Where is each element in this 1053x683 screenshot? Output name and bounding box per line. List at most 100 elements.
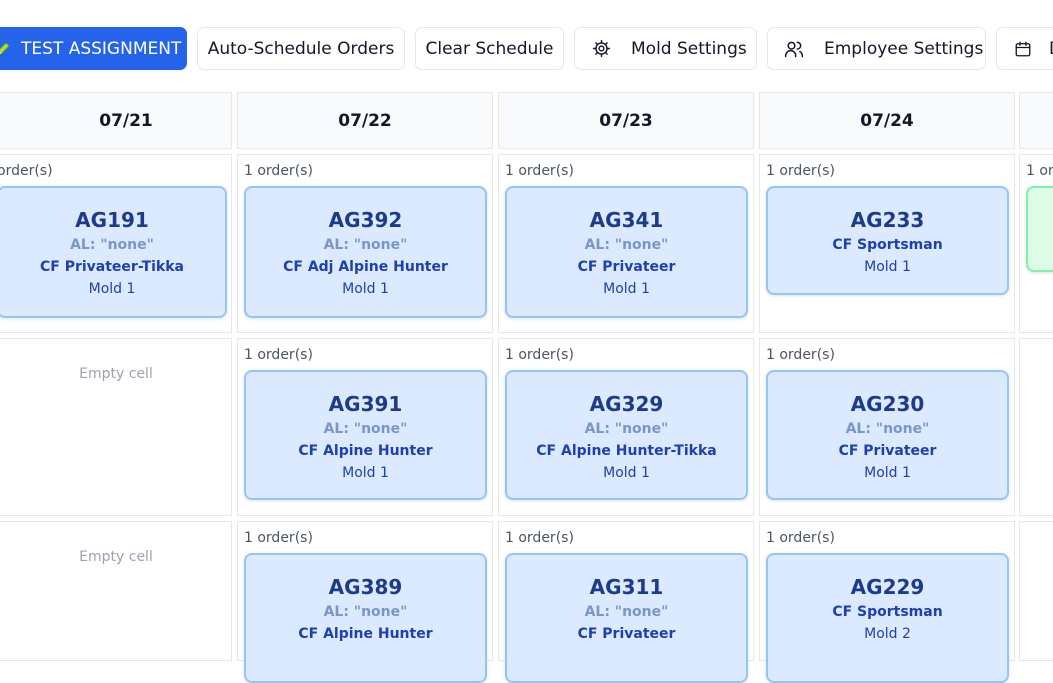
order-model: CF Alpine Hunter-Tikka [536, 443, 717, 459]
order-id: AG230 [850, 392, 925, 416]
order-card[interactable]: AG391 AL: "none" CF Alpine Hunter Mold 1 [244, 370, 487, 500]
order-id: AG311 [589, 575, 664, 599]
order-model: CF Sportsman [832, 604, 943, 620]
schedule-cell[interactable]: 1 order(s) AG341 AL: "none" CF Privateer… [498, 154, 754, 333]
calendar-icon [1013, 40, 1033, 58]
order-model: CF Sportsman [832, 237, 943, 253]
order-al: AL: "none" [845, 421, 930, 437]
schedule-cell[interactable]: 1 order(s) AG230 AL: "none" CF Privateer… [759, 338, 1015, 516]
employee-settings-label: Employee Settings [824, 38, 984, 59]
order-mold: Mold 1 [342, 281, 389, 297]
order-id: AG389 [328, 575, 403, 599]
order-al: AL: "none" [584, 421, 669, 437]
order-card[interactable]: AG311 AL: "none" CF Privateer [505, 553, 748, 683]
order-mold: Mold 1 [88, 281, 136, 297]
order-count: 1 order(s) [766, 530, 835, 546]
order-id: AG341 [589, 208, 664, 232]
order-model: CF Privateer [577, 626, 676, 642]
test-assignment-label: TEST ASSIGNMENT [21, 38, 182, 59]
order-count: 1 order(s) [766, 163, 835, 179]
schedule-cell[interactable]: 1 order(s) AG329 AL: "none" CF Alpine Hu… [498, 338, 754, 516]
order-mold: Mold 1 [603, 281, 650, 297]
order-id: AG229 [850, 575, 925, 599]
mold-settings-button[interactable]: Mold Settings [574, 27, 757, 70]
order-count: 1 order(s) [244, 163, 313, 179]
order-model: CF Privateer-Tikka [39, 259, 184, 275]
order-mold: Mold 1 [864, 465, 911, 481]
column-date: 07/23 [599, 110, 653, 131]
schedule-cell[interactable] [1019, 338, 1053, 516]
order-mold: Mold 2 [864, 626, 911, 642]
order-model: CF Alpine Hunter [298, 443, 433, 459]
users-icon [784, 39, 804, 59]
date-button-label: D [1049, 39, 1053, 59]
order-id: AG391 [328, 392, 403, 416]
order-id: AG329 [589, 392, 664, 416]
column-date: 07/21 [99, 110, 153, 131]
schedule-cell[interactable]: Empty cell [0, 338, 232, 516]
order-mold: Mold 1 [864, 259, 911, 275]
order-card[interactable]: AG392 AL: "none" CF Adj Alpine Hunter Mo… [244, 186, 487, 318]
employee-settings-button[interactable]: Employee Settings [767, 27, 986, 70]
order-card[interactable]: AG341 AL: "none" CF Privateer Mold 1 [505, 186, 748, 318]
order-mold: Mold 1 [603, 465, 650, 481]
order-card[interactable]: AG191 AL: "none" CF Privateer-Tikka Mold… [0, 186, 227, 318]
order-card[interactable]: AG389 AL: "none" CF Alpine Hunter [244, 553, 487, 683]
order-model: CF Adj Alpine Hunter [283, 259, 448, 275]
order-al: AL: "none" [323, 421, 408, 437]
schedule-cell[interactable]: 1 order(s) AG391 AL: "none" CF Alpine Hu… [237, 338, 493, 516]
order-model: CF Alpine Hunter [298, 626, 433, 642]
clear-schedule-button[interactable]: Clear Schedule [415, 27, 564, 70]
column-header-0721: 07/21 [0, 92, 232, 149]
order-count: 1 or [1026, 163, 1053, 179]
column-header-0723: 07/23 [498, 92, 754, 149]
date-button[interactable]: D [996, 27, 1053, 70]
order-card[interactable]: AG230 AL: "none" CF Privateer Mold 1 [766, 370, 1009, 500]
test-assignment-button[interactable]: TEST ASSIGNMENT [0, 27, 187, 70]
order-id: AG392 [328, 208, 403, 232]
order-card[interactable]: AG329 AL: "none" CF Alpine Hunter-Tikka … [505, 370, 748, 500]
order-count: order(s) [0, 163, 53, 179]
order-count: 1 order(s) [766, 347, 835, 363]
auto-schedule-button[interactable]: Auto-Schedule Orders [197, 27, 405, 70]
empty-cell-label: Empty cell [79, 549, 153, 565]
schedule-cell[interactable]: 1 order(s) AG392 AL: "none" CF Adj Alpin… [237, 154, 493, 333]
order-count: 1 order(s) [244, 530, 313, 546]
order-model: CF Privateer [577, 259, 676, 275]
empty-cell-label: Empty cell [79, 366, 153, 382]
column-date: 07/24 [860, 110, 914, 131]
auto-schedule-label: Auto-Schedule Orders [207, 38, 395, 59]
schedule-cell[interactable]: 1 order(s) AG389 AL: "none" CF Alpine Hu… [237, 521, 493, 683]
order-id: AG191 [75, 208, 149, 232]
mold-settings-label: Mold Settings [631, 38, 747, 59]
order-card[interactable]: AG233 CF Sportsman Mold 1 [766, 186, 1009, 295]
clear-schedule-label: Clear Schedule [425, 38, 554, 59]
schedule-cell[interactable]: Empty cell [0, 521, 232, 661]
order-id: AG233 [850, 208, 925, 232]
toolbar: TEST ASSIGNMENT Auto-Schedule Orders Cle… [0, 27, 1053, 72]
gear-icon [591, 39, 611, 58]
column-header-next [1019, 92, 1053, 149]
schedule-cell[interactable]: 1 or [1019, 154, 1053, 333]
order-count: 1 order(s) [244, 347, 313, 363]
order-al: AL: "none" [323, 237, 408, 253]
order-count: 1 order(s) [505, 347, 574, 363]
schedule-cell[interactable]: 1 order(s) AG311 AL: "none" CF Privateer [498, 521, 754, 683]
order-card[interactable]: AG229 CF Sportsman Mold 2 [766, 553, 1009, 683]
schedule-cell[interactable]: 1 order(s) AG233 CF Sportsman Mold 1 [759, 154, 1015, 333]
schedule-cell[interactable] [1019, 521, 1053, 661]
column-header-0722: 07/22 [237, 92, 493, 149]
schedule-cell[interactable]: 1 order(s) AG229 CF Sportsman Mold 2 [759, 521, 1015, 683]
order-count: 1 order(s) [505, 530, 574, 546]
column-date: 07/22 [338, 110, 392, 131]
order-al: AL: "none" [323, 604, 408, 620]
order-card[interactable] [1026, 186, 1053, 272]
order-count: 1 order(s) [505, 163, 574, 179]
pencil-icon [0, 40, 13, 58]
order-model: CF Privateer [838, 443, 937, 459]
column-header-0724: 07/24 [759, 92, 1015, 149]
schedule-cell[interactable]: order(s) AG191 AL: "none" CF Privateer-T… [0, 154, 232, 333]
order-mold: Mold 1 [342, 465, 389, 481]
order-al: AL: "none" [584, 237, 669, 253]
order-al: AL: "none" [70, 237, 154, 253]
